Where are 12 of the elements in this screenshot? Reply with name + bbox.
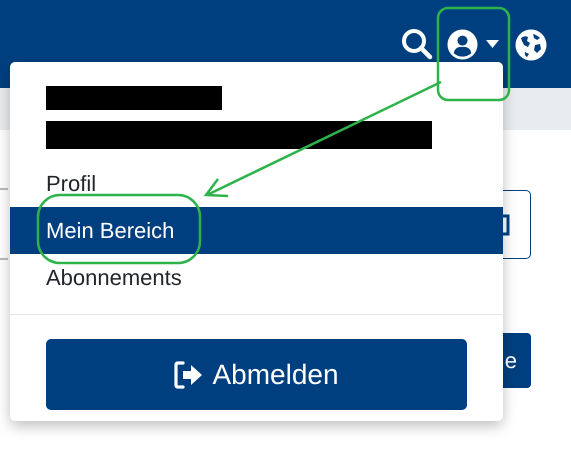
sign-out-icon (174, 360, 204, 388)
caret-icon (486, 40, 499, 48)
menu-item[interactable]: Abonnements (10, 254, 503, 301)
search-icon (401, 28, 433, 60)
logout-button[interactable]: Abmelden (46, 339, 467, 410)
menu-item[interactable]: Mein Bereich (10, 207, 503, 254)
menu-item[interactable]: Profil (10, 160, 503, 207)
user-circle-icon (447, 28, 478, 60)
user-menu-button[interactable] (447, 28, 499, 60)
globe-button[interactable] (515, 29, 547, 61)
globe-icon (515, 29, 547, 61)
search-button[interactable] (401, 28, 433, 60)
